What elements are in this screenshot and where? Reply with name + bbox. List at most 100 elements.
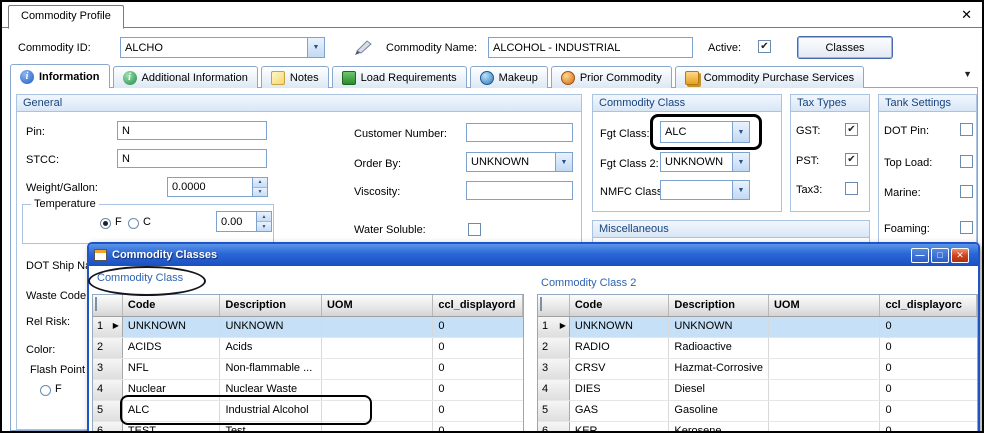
description-cell[interactable]: Test — [220, 422, 322, 433]
description-cell[interactable]: Hazmat-Corrosive — [669, 359, 769, 379]
tab-commodity-purchase-services[interactable]: Commodity Purchase Services — [675, 66, 864, 88]
displayorder-cell[interactable]: 0 — [433, 317, 523, 337]
row-number-cell[interactable]: 4 — [93, 380, 123, 400]
maximize-icon[interactable]: □ — [931, 248, 949, 263]
displayorder-cell[interactable]: 0 — [880, 422, 977, 433]
table-row[interactable]: 4 DIES Diesel 0 — [538, 380, 977, 401]
tab-notes[interactable]: Notes — [261, 66, 329, 88]
column-header-uom[interactable]: UOM — [322, 295, 433, 316]
uom-cell[interactable] — [322, 338, 433, 358]
table-row[interactable]: 5 ALC Industrial Alcohol 0 — [93, 401, 523, 422]
uom-cell[interactable] — [322, 380, 433, 400]
table-row[interactable]: 1▶ UNKNOWN UNKNOWN 0 — [538, 317, 977, 338]
table-row[interactable]: 2 ACIDS Acids 0 — [93, 338, 523, 359]
row-number-cell[interactable]: 2 — [538, 338, 570, 358]
dot-pin-checkbox[interactable] — [960, 123, 973, 136]
description-cell[interactable]: Kerosene — [669, 422, 769, 433]
chevron-down-icon[interactable]: ▼ — [307, 38, 324, 57]
uom-cell[interactable] — [769, 380, 880, 400]
temperature-f-radio[interactable] — [100, 218, 111, 229]
tab-additional-information[interactable]: i Additional Information — [113, 66, 258, 88]
gst-checkbox[interactable]: ✔ — [845, 123, 858, 136]
dialog-titlebar[interactable]: Commodity Classes — □ ✕ — [89, 244, 978, 266]
tab-overflow-icon[interactable]: ▼ — [963, 69, 978, 83]
row-number-cell[interactable]: 6 — [538, 422, 570, 433]
displayorder-cell[interactable]: 0 — [433, 401, 523, 421]
column-header-description[interactable]: Description — [669, 295, 769, 316]
displayorder-cell[interactable]: 0 — [880, 338, 977, 358]
uom-cell[interactable] — [322, 422, 433, 433]
code-cell[interactable]: DIES — [570, 380, 670, 400]
table-row[interactable]: 2 RADIO Radioactive 0 — [538, 338, 977, 359]
commodity-name-field[interactable]: ALCOHOL - INDUSTRIAL — [488, 37, 693, 58]
order-by-combo[interactable]: UNKNOWN ▼ — [466, 152, 573, 172]
code-cell[interactable]: Nuclear — [123, 380, 221, 400]
row-number-cell[interactable]: 1▶ — [538, 317, 570, 337]
tax3-checkbox[interactable] — [845, 182, 858, 195]
fgt-class2-combo[interactable]: UNKNOWN ▼ — [660, 152, 750, 172]
customer-number-field[interactable] — [466, 123, 573, 142]
uom-cell[interactable] — [322, 359, 433, 379]
flash-point-f-radio[interactable] — [40, 385, 51, 396]
description-cell[interactable]: Industrial Alcohol — [220, 401, 322, 421]
code-cell[interactable]: UNKNOWN — [570, 317, 670, 337]
foaming-checkbox[interactable] — [960, 221, 973, 234]
displayorder-cell[interactable]: 0 — [880, 359, 977, 379]
code-cell[interactable]: ACIDS — [123, 338, 221, 358]
table-row[interactable]: 3 CRSV Hazmat-Corrosive 0 — [538, 359, 977, 380]
marine-checkbox[interactable] — [960, 185, 973, 198]
tab-information[interactable]: i Information — [10, 64, 110, 88]
displayorder-cell[interactable]: 0 — [433, 422, 523, 433]
table-row[interactable]: 6 KER Kerosene 0 — [538, 422, 977, 433]
active-checkbox[interactable]: ✔ — [758, 40, 771, 53]
table-row[interactable]: 5 GAS Gasoline 0 — [538, 401, 977, 422]
row-number-cell[interactable]: 5 — [93, 401, 123, 421]
displayorder-cell[interactable]: 0 — [433, 338, 523, 358]
row-number-cell[interactable]: 2 — [93, 338, 123, 358]
code-cell[interactable]: NFL — [123, 359, 221, 379]
column-header-description[interactable]: Description — [220, 295, 322, 316]
spinner-down-icon[interactable]: ▼ — [253, 188, 267, 197]
uom-cell[interactable] — [769, 422, 880, 433]
tab-load-requirements[interactable]: Load Requirements — [332, 66, 467, 88]
classes-button[interactable]: Classes — [797, 36, 893, 59]
code-cell[interactable]: RADIO — [570, 338, 670, 358]
table-row[interactable]: 4 Nuclear Nuclear Waste 0 — [93, 380, 523, 401]
description-cell[interactable]: Acids — [220, 338, 322, 358]
water-soluble-checkbox[interactable] — [468, 223, 481, 236]
top-load-checkbox[interactable] — [960, 155, 973, 168]
uom-cell[interactable] — [769, 401, 880, 421]
viscosity-field[interactable] — [466, 181, 573, 200]
code-cell[interactable]: ALC — [123, 401, 221, 421]
code-cell[interactable]: UNKNOWN — [123, 317, 221, 337]
weight-gallon-stepper[interactable]: 0.0000 ▲▼ — [167, 177, 268, 197]
code-cell[interactable]: KER — [570, 422, 670, 433]
column-header-code[interactable]: Code — [570, 295, 670, 316]
tab-makeup[interactable]: Makeup — [470, 66, 548, 88]
chevron-down-icon[interactable]: ▼ — [732, 153, 749, 171]
table-row[interactable]: 3 NFL Non-flammable ... 0 — [93, 359, 523, 380]
grid-corner-cell[interactable] — [93, 295, 123, 316]
displayorder-cell[interactable]: 0 — [880, 401, 977, 421]
row-number-cell[interactable]: 5 — [538, 401, 570, 421]
spinner[interactable]: ▲▼ — [256, 212, 271, 231]
uom-cell[interactable] — [769, 359, 880, 379]
uom-cell[interactable] — [769, 317, 880, 337]
fgt-class-combo[interactable]: ALC ▼ — [660, 121, 750, 143]
commodity-id-combo[interactable]: ALCHO ▼ — [120, 37, 325, 58]
column-header-uom[interactable]: UOM — [769, 295, 880, 316]
uom-cell[interactable] — [322, 401, 433, 421]
row-number-cell[interactable]: 3 — [538, 359, 570, 379]
minimize-icon[interactable]: — — [911, 248, 929, 263]
description-cell[interactable]: Diesel — [669, 380, 769, 400]
chevron-down-icon[interactable]: ▼ — [555, 153, 572, 171]
description-cell[interactable]: Non-flammable ... — [220, 359, 322, 379]
spinner-up-icon[interactable]: ▲ — [257, 212, 271, 222]
description-cell[interactable]: Radioactive — [669, 338, 769, 358]
pst-checkbox[interactable]: ✔ — [845, 153, 858, 166]
description-cell[interactable]: UNKNOWN — [669, 317, 769, 337]
tab-prior-commodity[interactable]: Prior Commodity — [551, 66, 672, 88]
description-cell[interactable]: Gasoline — [669, 401, 769, 421]
code-cell[interactable]: GAS — [570, 401, 670, 421]
nmfc-class-combo[interactable]: ▼ — [660, 180, 750, 200]
